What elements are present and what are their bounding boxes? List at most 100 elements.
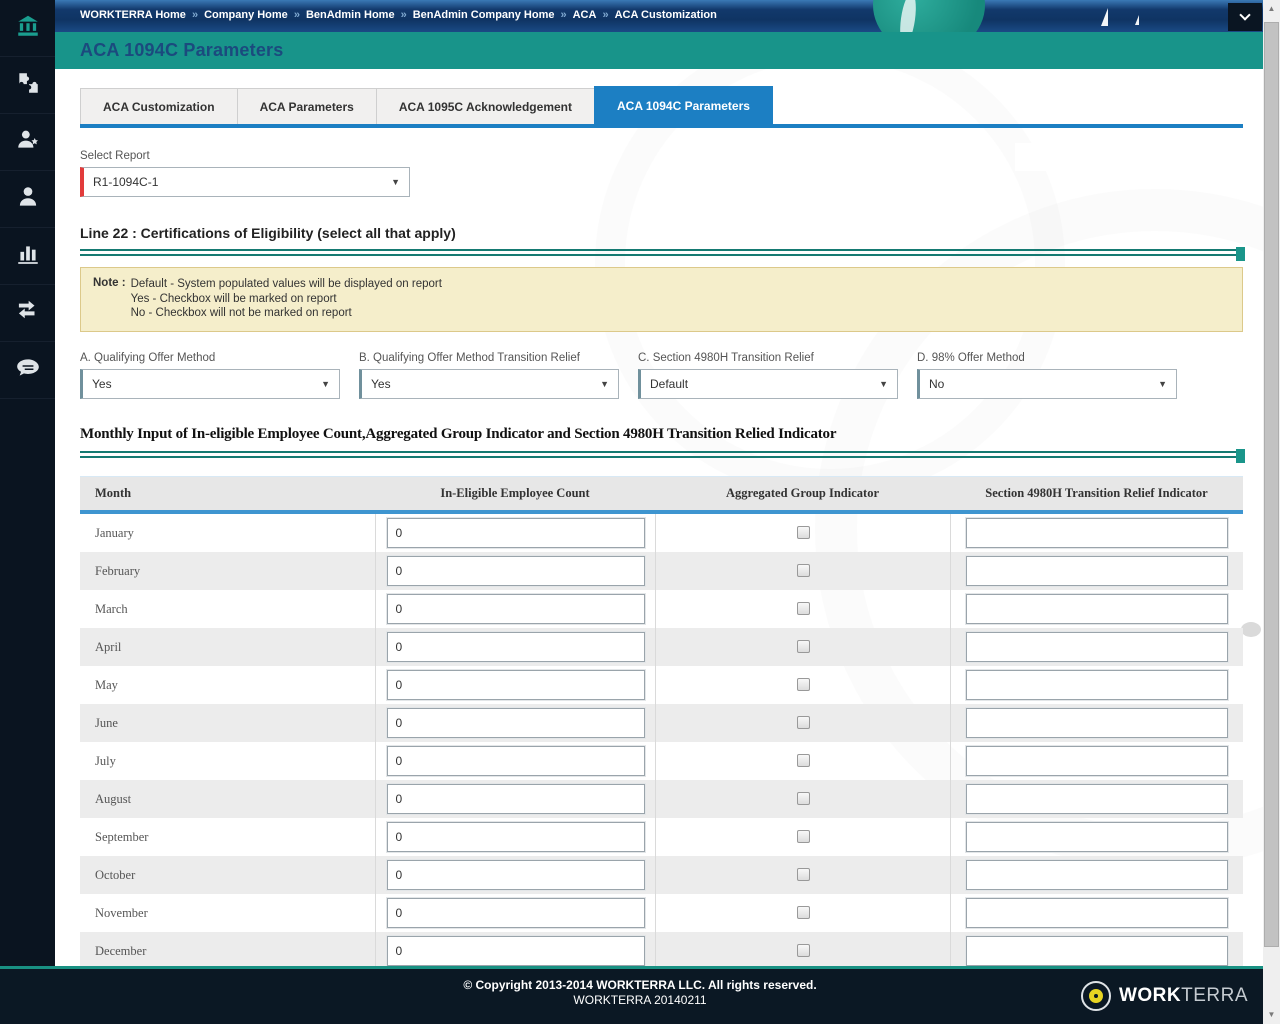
- transition-relief-input-november[interactable]: [966, 897, 1228, 928]
- aggregated-group-checkbox-january[interactable]: [796, 526, 810, 539]
- aggregated-group-checkbox-may[interactable]: [796, 678, 810, 691]
- ineligible-count-input-october[interactable]: [386, 859, 645, 890]
- table-row-february: February: [80, 551, 1243, 590]
- sidebar: [0, 0, 55, 966]
- dropdown-arrow-icon: ▼: [391, 177, 400, 187]
- aggregated-group-checkbox-june[interactable]: [796, 716, 810, 729]
- table-row-may: May: [80, 665, 1243, 704]
- cert-dropdown-c-section-4980h-transition-relief[interactable]: Default ▼: [638, 368, 898, 399]
- vertical-scrollbar[interactable]: ▲ ▼: [1263, 0, 1280, 1024]
- breadcrumb-item-benadmin-home[interactable]: BenAdmin Home: [306, 9, 395, 21]
- scrollbar-thumb[interactable]: [1264, 22, 1279, 947]
- sidebar-item-messages[interactable]: [0, 342, 55, 399]
- column-header-indicator: Section 4980H Transition Relief Indicato…: [985, 485, 1208, 500]
- ineligible-count-input-january[interactable]: [386, 517, 645, 548]
- scroll-down-button[interactable]: ▼: [1263, 1007, 1280, 1023]
- aggregated-group-checkbox-august[interactable]: [796, 792, 810, 805]
- monthly-table-body: January February March April May June July Augu…: [80, 513, 1243, 966]
- ineligible-count-input-march[interactable]: [386, 593, 645, 624]
- dropdown-arrow-icon: ▼: [879, 378, 888, 389]
- aggregated-group-checkbox-march[interactable]: [796, 602, 810, 615]
- section-splitter-2: [80, 448, 1245, 463]
- tab-aca-customization[interactable]: ACA Customization: [80, 88, 238, 124]
- sidebar-item-home[interactable]: [0, 0, 55, 57]
- select-report-dropdown[interactable]: R1-1094C-1 ▼: [80, 167, 410, 197]
- transition-relief-input-june[interactable]: [966, 707, 1228, 738]
- aggregated-group-checkbox-april[interactable]: [796, 640, 810, 653]
- ineligible-count-input-july[interactable]: [386, 745, 645, 776]
- ineligible-count-input-april[interactable]: [386, 631, 645, 662]
- select-report-label: Select Report: [80, 150, 150, 162]
- breadcrumb-bar: WORKTERRA Home » Company Home » BenAdmin Hom…: [55, 0, 1263, 32]
- person-star-icon: [15, 127, 41, 158]
- sidebar-item-employee[interactable]: [0, 171, 55, 228]
- splitter-handle[interactable]: [1236, 448, 1245, 463]
- aggregated-group-checkbox-october[interactable]: [796, 868, 810, 881]
- aggregated-group-checkbox-september[interactable]: [796, 830, 810, 843]
- collapse-header-button[interactable]: [1228, 3, 1262, 31]
- cert-dropdown-a-qualifying-offer-method[interactable]: Yes ▼: [80, 368, 340, 399]
- aggregated-group-checkbox-february[interactable]: [796, 564, 810, 577]
- scroll-up-button[interactable]: ▲: [1263, 1, 1280, 17]
- breadcrumb-item-company-home[interactable]: Company Home: [204, 9, 288, 21]
- transition-relief-input-september[interactable]: [966, 821, 1228, 852]
- tab-aca-1094c-parameters[interactable]: ACA 1094C Parameters: [593, 86, 773, 124]
- ineligible-count-input-september[interactable]: [386, 821, 645, 852]
- certifications-row: A. Qualifying Offer Method Yes ▼ B. Qualify…: [80, 352, 1243, 399]
- transition-relief-input-october[interactable]: [966, 859, 1228, 890]
- table-row-june: June: [80, 703, 1243, 742]
- aggregated-group-checkbox-november[interactable]: [796, 906, 810, 919]
- dropdown-arrow-icon: ▼: [1158, 378, 1167, 389]
- sidebar-item-modules[interactable]: [0, 57, 55, 114]
- transition-relief-input-december[interactable]: [966, 935, 1228, 966]
- transition-relief-input-august[interactable]: [966, 783, 1228, 814]
- monthly-heading: Monthly Input of In-eligible Employee Co…: [80, 425, 837, 442]
- column-header-month: Month: [95, 485, 132, 500]
- month-label: December: [95, 943, 147, 958]
- ineligible-count-input-november[interactable]: [386, 897, 645, 928]
- sidebar-item-reports[interactable]: [0, 228, 55, 285]
- transition-relief-input-january[interactable]: [966, 517, 1228, 548]
- ineligible-count-input-december[interactable]: [386, 935, 645, 966]
- breadcrumb-item-aca-customization[interactable]: ACA Customization: [615, 9, 717, 21]
- ineligible-count-input-august[interactable]: [386, 783, 645, 814]
- transition-relief-input-july[interactable]: [966, 745, 1228, 776]
- month-label: March: [95, 601, 128, 616]
- aggregated-group-checkbox-july[interactable]: [796, 754, 810, 767]
- sidebar-item-transfer[interactable]: [0, 285, 55, 342]
- person-icon: [15, 184, 41, 215]
- workterra-logo: WORKTERRA: [1080, 981, 1248, 1011]
- tab-aca-1095c-acknowledgement[interactable]: ACA 1095C Acknowledgement: [375, 88, 595, 124]
- transition-relief-input-april[interactable]: [966, 631, 1228, 662]
- transition-relief-input-february[interactable]: [966, 555, 1228, 586]
- transfer-arrows-icon: [15, 298, 41, 329]
- transition-relief-input-march[interactable]: [966, 593, 1228, 624]
- table-row-march: March: [80, 589, 1243, 628]
- title-band: ACA 1094C Parameters: [55, 32, 1263, 69]
- column-header-count: In-Eligible Employee Count: [440, 485, 590, 500]
- table-row-april: April: [80, 627, 1243, 666]
- breadcrumb-separator: »: [400, 9, 407, 21]
- transition-relief-input-may[interactable]: [966, 669, 1228, 700]
- ineligible-count-input-june[interactable]: [386, 707, 645, 738]
- month-label: June: [95, 715, 118, 730]
- cert-field-c-section-4980h-transition-relief: C. Section 4980H Transition Relief Defaul…: [638, 352, 898, 399]
- ineligible-count-input-may[interactable]: [386, 669, 645, 700]
- breadcrumb-item-aca[interactable]: ACA: [573, 9, 597, 21]
- breadcrumb-separator: »: [293, 9, 300, 21]
- cert-value: Default: [650, 376, 689, 391]
- breadcrumb-item-benadmin-company-home[interactable]: BenAdmin Company Home: [413, 9, 555, 21]
- breadcrumb-item-workterra-home[interactable]: WORKTERRA Home: [80, 9, 186, 21]
- month-label: January: [95, 525, 134, 540]
- ineligible-count-input-february[interactable]: [386, 555, 645, 586]
- splitter-handle[interactable]: [1236, 247, 1245, 261]
- table-row-august: August: [80, 779, 1243, 818]
- cert-field-b-qualifying-offer-method-transition-relief: B. Qualifying Offer Method Transition Re…: [359, 352, 619, 399]
- sidebar-item-admin-user[interactable]: [0, 114, 55, 171]
- cert-dropdown-b-qualifying-offer-method-transition-relief[interactable]: Yes ▼: [359, 368, 619, 399]
- tab-aca-parameters[interactable]: ACA Parameters: [236, 88, 377, 124]
- table-row-september: September: [80, 817, 1243, 856]
- aggregated-group-checkbox-december[interactable]: [796, 944, 810, 957]
- page-title: ACA 1094C Parameters: [80, 40, 284, 60]
- cert-dropdown-d-98-offer-method[interactable]: No ▼: [917, 368, 1177, 399]
